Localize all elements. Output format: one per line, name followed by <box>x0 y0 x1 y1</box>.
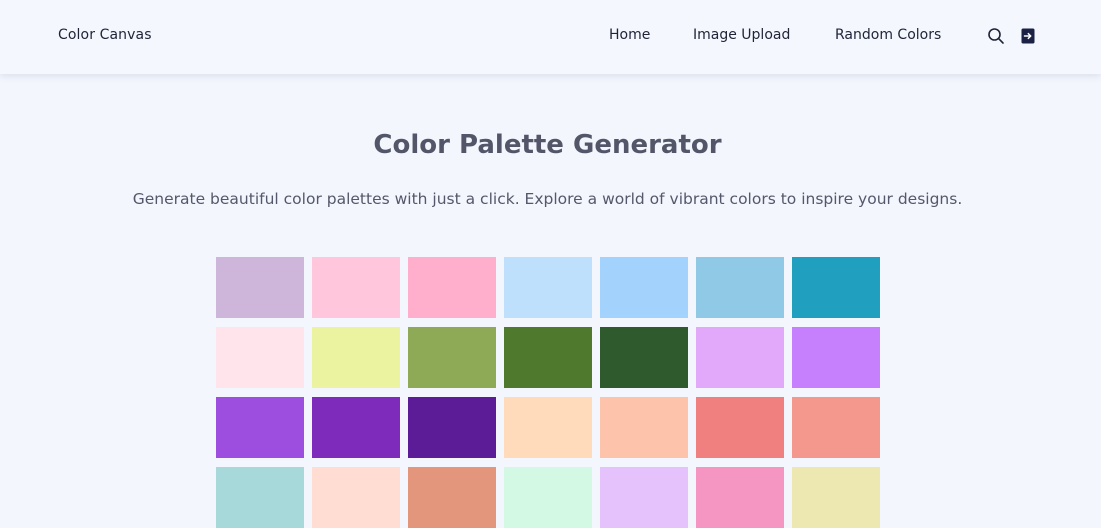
color-swatch[interactable] <box>504 327 592 388</box>
color-swatch[interactable] <box>504 257 592 318</box>
page-title: Color Palette Generator <box>373 130 722 160</box>
color-swatch[interactable] <box>504 397 592 458</box>
search-button[interactable] <box>986 26 1006 46</box>
top-navbar: Color Canvas Home Image Upload Random Co… <box>0 0 1101 74</box>
color-swatch[interactable] <box>792 397 880 458</box>
color-swatch[interactable] <box>408 327 496 388</box>
color-swatch[interactable] <box>312 327 400 388</box>
color-swatch[interactable] <box>216 257 304 318</box>
color-swatch[interactable] <box>600 327 688 388</box>
color-swatch[interactable] <box>696 397 784 458</box>
color-swatch[interactable] <box>792 257 880 318</box>
color-swatch[interactable] <box>600 257 688 318</box>
logout-button[interactable] <box>1018 26 1038 46</box>
color-swatch[interactable] <box>408 257 496 318</box>
nav-link-image-upload[interactable]: Image Upload <box>693 27 790 43</box>
color-swatch[interactable] <box>216 327 304 388</box>
page-subtitle: Generate beautiful color palettes with j… <box>132 190 963 208</box>
nav-link-home[interactable]: Home <box>609 27 650 43</box>
color-swatch[interactable] <box>792 327 880 388</box>
color-swatch[interactable] <box>216 397 304 458</box>
color-swatch[interactable] <box>696 327 784 388</box>
color-swatch[interactable] <box>600 397 688 458</box>
color-swatch[interactable] <box>312 397 400 458</box>
color-swatch[interactable] <box>312 257 400 318</box>
search-icon <box>988 28 1004 44</box>
logout-icon <box>1021 28 1035 44</box>
color-swatch[interactable] <box>408 397 496 458</box>
nav-link-random-colors[interactable]: Random Colors <box>835 27 941 43</box>
color-swatch-grid <box>216 257 880 528</box>
color-swatch[interactable] <box>696 257 784 318</box>
brand-logo[interactable]: Color Canvas <box>58 27 152 43</box>
